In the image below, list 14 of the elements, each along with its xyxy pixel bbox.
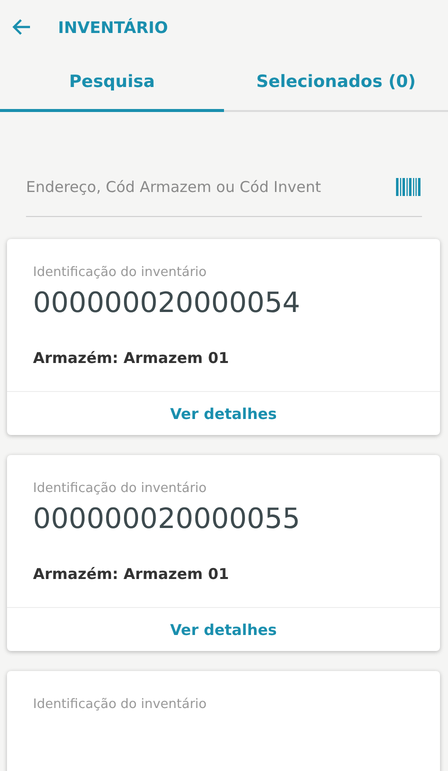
inventory-id: 000000020000055 <box>33 502 302 535</box>
warehouse-text: Armazém: Armazem 01 <box>33 349 230 367</box>
search-field[interactable]: Endereço, Cód Armazem ou Cód Invent <box>26 178 396 196</box>
inventory-id: 000000020000054 <box>33 286 302 319</box>
barcode-icon[interactable] <box>396 178 422 196</box>
card-label: Identificação do inventário <box>33 481 208 496</box>
details-button[interactable]: Ver detalhes <box>7 391 440 435</box>
tab[interactable]: Selecionados (0) <box>224 54 448 112</box>
tab[interactable]: Pesquisa <box>0 54 224 112</box>
details-button[interactable]: Ver detalhes <box>7 607 440 651</box>
warehouse-text: Armazém: Armazem 01 <box>33 565 230 583</box>
card-label: Identificação do inventário <box>33 697 208 712</box>
page-title: INVENTÁRIO <box>58 18 168 36</box>
card-label: Identificação do inventário <box>33 265 208 280</box>
